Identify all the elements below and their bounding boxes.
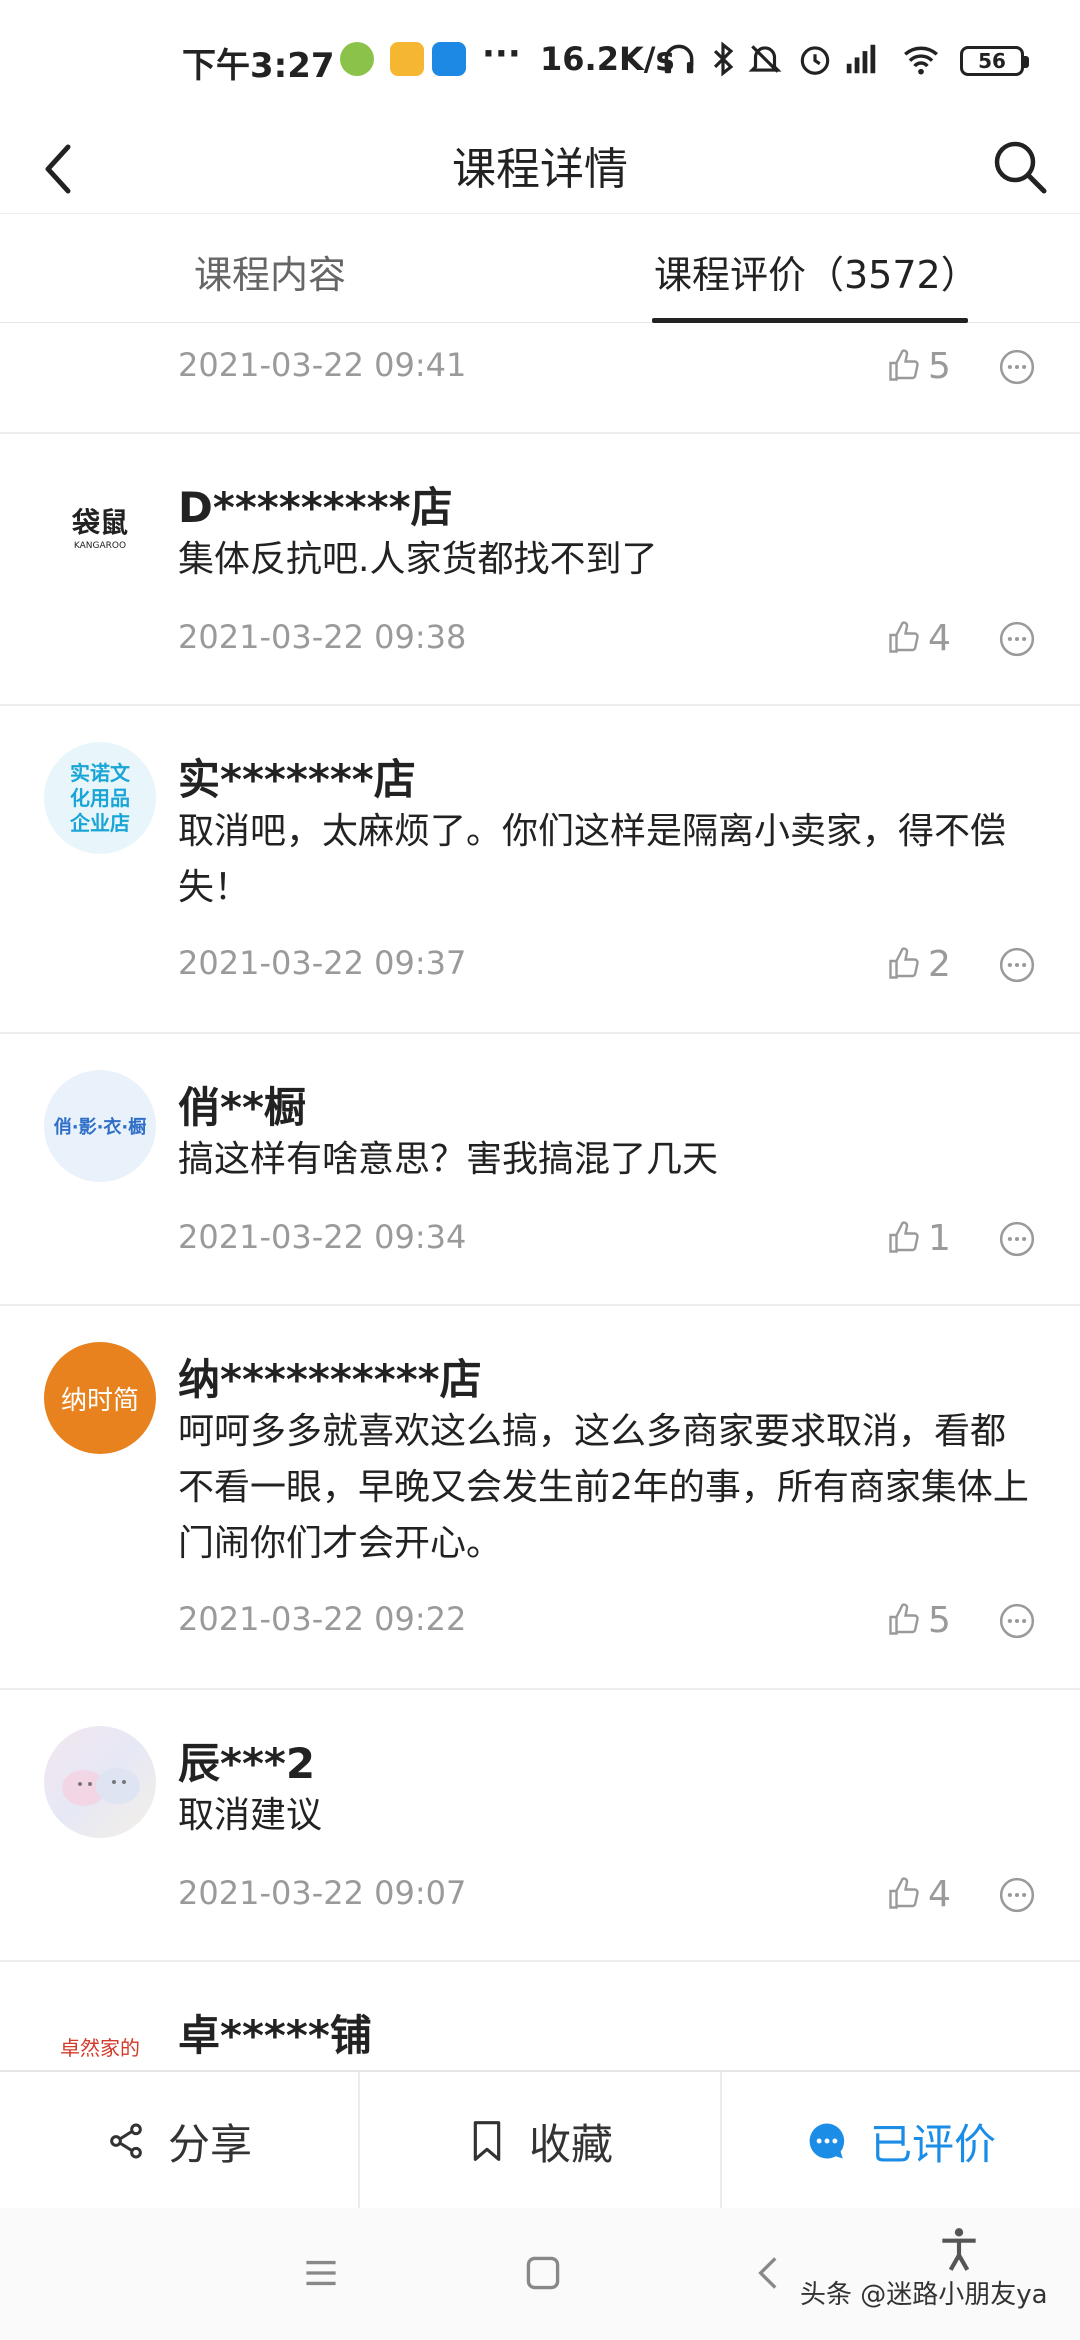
thumbs-up-icon [889,1603,919,1635]
search-button[interactable] [990,125,1060,213]
avatar: 俏·影·衣·橱 [44,1070,156,1182]
avatar-logo-text: 实诺文化用品企业店 [70,760,130,835]
like-button[interactable]: 4 [886,1872,951,1916]
bottom-action-bar: 分享 收藏 已评价 [0,2070,1080,2210]
thumbs-up-icon [889,1221,919,1253]
network-speed: 16.2K/s [540,40,675,78]
comment-icon[interactable] [998,620,1036,658]
like-count: 2 [928,943,951,985]
review-text: 取消吧，太麻烦了。你们这样是隔离小卖家，得不偿失！ [178,811,1007,908]
avatar: 卓然家的 [44,1998,156,2070]
back-nav-icon[interactable] [744,2248,794,2298]
wifi-icon [904,46,938,75]
list-item: 2021-03-22 09:41 5 [0,322,1080,434]
bluetooth-icon [713,41,734,77]
avatar: 实诺文化用品企业店 [44,742,156,854]
avatar-logo-text: 卓然家的 [60,2036,140,2060]
tab-course-reviews[interactable]: 课程评价（3572） [654,244,979,299]
reviewer-name: 纳**********店 [178,1355,482,1404]
like-button[interactable]: 1 [886,1216,951,1260]
review-date: 2021-03-22 09:41 [178,346,467,384]
thumbs-up-icon [889,1877,919,1909]
app-notification-icon [340,42,374,76]
like-count: 5 [928,1599,951,1641]
review-list[interactable]: 2021-03-22 09:41 5 袋鼠 KANGAROO D********… [0,322,1080,2070]
list-item: 俏·影·衣·橱 俏**橱 搞这样有啥意思？害我搞混了几天 2021-03-22 … [0,1032,1080,1306]
list-item: 纳时简 纳**********店 呵呵多多就喜欢这么搞，这么多商家要求取消，看都… [0,1304,1080,1690]
review-text: 集体反抗吧.人家货都找不到了 [178,539,658,580]
comment-icon[interactable] [998,1876,1036,1914]
like-button[interactable]: 5 [886,1598,951,1642]
avatar: 纳时简 [44,1342,156,1454]
like-count: 1 [928,1217,951,1259]
share-icon [110,2123,142,2159]
list-item: 实诺文化用品企业店 实*******店 取消吧，太麻烦了。你们这样是隔离小卖家，… [0,704,1080,1034]
like-button[interactable]: 2 [886,942,951,986]
like-count: 4 [928,617,951,659]
review-date: 2021-03-22 09:22 [178,1600,467,1638]
thumbs-up-icon [889,349,919,381]
avatar-logo-text: 袋鼠 [71,506,128,539]
reviewer-name: 辰***2 [178,1739,316,1788]
favorite-label: 收藏 [528,2119,613,2169]
review-date: 2021-03-22 09:37 [178,944,467,982]
comment-icon[interactable] [998,348,1036,386]
tab-bar: 课程内容 课程评价（3572） [0,213,1080,323]
avatar-logo-subtext: KANGAROO [73,541,127,551]
avatar: 袋鼠 KANGAROO [44,470,156,582]
status-bar: 下午3:27 ··· 16.2K/s 56 [0,0,1080,125]
list-item: 辰***2 取消建议 2021-03-22 09:07 4 [0,1688,1080,1962]
comment-icon[interactable] [998,1602,1036,1640]
share-button[interactable]: 分享 [0,2072,358,2210]
review-date: 2021-03-22 09:38 [178,618,467,656]
menu-icon[interactable] [296,2248,346,2298]
like-button[interactable]: 5 [886,344,951,388]
favorite-button[interactable]: 收藏 [360,2072,720,2210]
watermark: 头条 @迷路小朋友ya [800,2280,1048,2310]
mute-icon [748,45,782,73]
system-nav-bar: 头条 @迷路小朋友ya [0,2208,1080,2340]
accessibility-icon[interactable] [934,2224,984,2274]
review-date: 2021-03-22 09:34 [178,1218,467,1256]
like-count: 5 [928,345,951,387]
page-title: 课程详情 [452,144,628,195]
like-count: 4 [928,1873,951,1915]
battery-indicator: 56 [960,46,1029,76]
share-label: 分享 [167,2119,252,2169]
avatar [44,1726,156,1838]
alarm-icon [800,46,830,75]
app-header: 课程详情 [0,125,1080,213]
headphones-icon [664,44,694,74]
reviewer-name: 俏**橱 [178,1083,306,1132]
list-item: 袋鼠 KANGAROO D*********店 集体反抗吧.人家货都找不到了 2… [0,432,1080,706]
app-notification-icon [432,42,466,76]
thumbs-up-icon [889,947,919,979]
comment-icon[interactable] [998,1220,1036,1258]
review-text: 呵呵多多就喜欢这么搞，这么多商家要求取消，看都不看一眼，早晚又会发生前2年的事，… [178,1411,1029,1564]
reviewed-label: 已评价 [869,2119,996,2169]
status-time: 下午3:27 [182,46,335,86]
tab-course-content[interactable]: 课程内容 [194,244,346,299]
reviewer-name: D*********店 [178,483,453,532]
search-icon [994,141,1047,194]
avatar-photo [62,1768,140,1806]
thumbs-up-icon [889,621,919,653]
review-text: 搞这样有啥意思？害我搞混了几天 [178,1139,719,1180]
list-item: 卓然家的 卓*****铺 [0,1960,1080,2070]
avatar-logo-text: 纳时简 [60,1385,139,1416]
reviewer-name: 实*******店 [178,755,416,804]
reviewed-button[interactable]: 已评价 [722,2072,1080,2210]
review-text: 取消建议 [178,1795,323,1836]
like-button[interactable]: 4 [886,616,951,660]
home-icon[interactable] [518,2248,568,2298]
more-notifications-icon: ··· [482,34,521,74]
chat-bubble-icon [809,2123,845,2159]
review-date: 2021-03-22 09:07 [178,1874,467,1912]
app-notification-icon [390,42,424,76]
bookmark-icon [473,2121,501,2161]
signal-icon [846,44,876,74]
avatar-logo-text: 俏·影·衣·橱 [53,1117,147,1138]
reviewer-name: 卓*****铺 [178,2011,372,2060]
comment-icon[interactable] [998,946,1036,984]
